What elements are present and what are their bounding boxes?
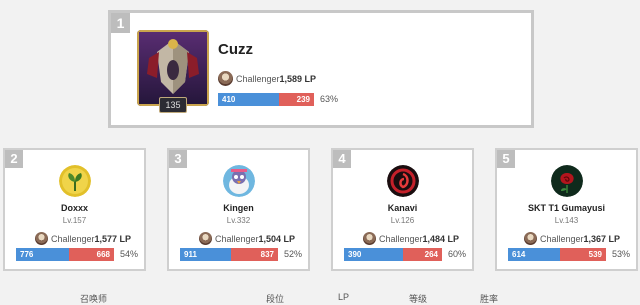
tier-name: Challenger — [379, 233, 423, 244]
tier-name: Challenger — [236, 73, 280, 84]
column-tier[interactable]: 段位 — [266, 292, 284, 305]
challenger-tier-icon — [363, 232, 376, 245]
challenger-tier-icon — [218, 71, 233, 86]
tier-name: Challenger — [51, 233, 95, 244]
winrate: 60% — [448, 249, 467, 259]
summoner-name[interactable]: Kanavi — [333, 203, 472, 213]
challenger-tier-icon — [524, 232, 537, 245]
tier-row: Challenger 1,504 LP — [199, 232, 295, 245]
column-winrate[interactable]: 胜率 — [480, 292, 498, 305]
tier-name: Challenger — [540, 233, 584, 244]
rank-number: 1 — [111, 13, 130, 33]
winrate: 52% — [284, 249, 303, 259]
winrate: 63% — [320, 94, 339, 104]
avatar[interactable] — [222, 165, 255, 197]
summoner-level: Lv.126 — [390, 216, 415, 225]
summoner-level: Lv.332 — [226, 216, 251, 225]
lp-value: 1,589 LP — [279, 73, 317, 84]
top-player-card[interactable]: 1 135 Cuzz Challenger 1,589 LP 410 239 63… — [108, 10, 534, 128]
winloss-bar: 410 239 — [218, 93, 314, 106]
avatar[interactable] — [386, 165, 419, 197]
rank-number: 2 — [5, 150, 23, 168]
wins-bar: 410 — [218, 93, 280, 106]
lp-value: 1,504 LP — [258, 233, 296, 244]
winrate: 54% — [120, 249, 139, 259]
rank-number: 4 — [333, 150, 351, 168]
summoner-level: Lv.157 — [62, 216, 87, 225]
tier-row: Challenger 1,577 LP — [35, 232, 131, 245]
column-level[interactable]: 等级 — [409, 292, 427, 305]
tier-row: Challenger 1,484 LP — [363, 232, 459, 245]
ranking-table-header: 召唤师 段位 LP 等级 胜率 — [0, 292, 640, 304]
tier-name: Challenger — [215, 233, 259, 244]
summoner-name[interactable]: Kingen — [169, 203, 308, 213]
wins-bar: 911 — [180, 248, 231, 261]
losses-bar: 239 — [279, 93, 314, 106]
winloss-bar: 614 539 — [508, 248, 606, 261]
winloss-bar: 776 668 — [16, 248, 114, 261]
wins-bar: 390 — [344, 248, 403, 261]
tier-row: Challenger 1,589 LP — [218, 71, 316, 86]
losses-bar: 539 — [559, 248, 606, 261]
winloss-bar: 390 264 — [344, 248, 442, 261]
rank-number: 3 — [169, 150, 187, 168]
column-summoner[interactable]: 召唤师 — [80, 292, 107, 305]
avatar[interactable] — [137, 30, 209, 106]
losses-bar: 668 — [68, 248, 114, 261]
player-card[interactable]: 2 Doxxx Lv.157 Challenger 1,577 LP 776 66… — [3, 148, 146, 271]
winloss-bar: 911 837 — [180, 248, 278, 261]
losses-bar: 264 — [402, 248, 442, 261]
player-card[interactable]: 4 Kanavi Lv.126 Challenger 1,484 LP 390 2… — [331, 148, 474, 271]
summoner-name[interactable]: SKT T1 Gumayusi — [497, 203, 636, 213]
column-lp[interactable]: LP — [338, 292, 349, 302]
summoner-level: Lv.143 — [554, 216, 579, 225]
winrate: 53% — [612, 249, 631, 259]
challenger-tier-icon — [35, 232, 48, 245]
tier-row: Challenger 1,367 LP — [524, 232, 620, 245]
wins-bar: 776 — [16, 248, 69, 261]
lp-value: 1,367 LP — [583, 233, 621, 244]
level-badge: 135 — [159, 97, 187, 113]
lp-value: 1,577 LP — [94, 233, 132, 244]
challenger-tier-icon — [199, 232, 212, 245]
lp-value: 1,484 LP — [422, 233, 460, 244]
rank-number: 5 — [497, 150, 515, 168]
avatar[interactable] — [58, 165, 91, 197]
wins-bar: 614 — [508, 248, 560, 261]
player-card[interactable]: 5 SKT T1 Gumayusi Lv.143 Challenger 1,367… — [495, 148, 638, 271]
summoner-name[interactable]: Cuzz — [218, 41, 253, 58]
avatar[interactable] — [550, 165, 583, 197]
summoner-name[interactable]: Doxxx — [5, 203, 144, 213]
losses-bar: 837 — [230, 248, 278, 261]
player-card[interactable]: 3 Kingen Lv.332 Challenger 1,504 LP 911 8… — [167, 148, 310, 271]
